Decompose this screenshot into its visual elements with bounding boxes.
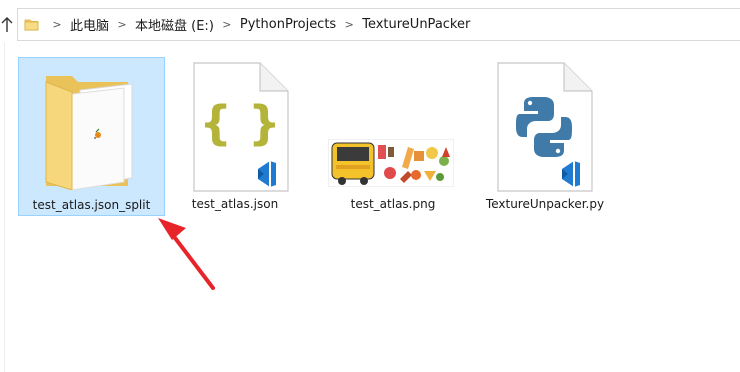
up-arrow-icon — [1, 17, 13, 32]
breadcrumb-texture-unpacker[interactable]: TextureUnPacker — [360, 17, 472, 32]
file-item-folder[interactable]: test_atlas.json_split — [18, 57, 165, 216]
file-name-label: test_atlas.png — [350, 197, 436, 211]
file-item-python[interactable]: TextureUnpacker.py — [482, 57, 608, 216]
folder-icon — [45, 76, 133, 190]
chevron-right-icon[interactable]: > — [216, 18, 238, 31]
file-item-json[interactable]: { } test_atlas.json — [180, 57, 290, 216]
up-arrow-button[interactable] — [0, 13, 14, 37]
json-file-icon: { } — [193, 62, 289, 192]
chevron-right-icon[interactable]: > — [111, 18, 133, 31]
address-field[interactable]: > 此电脑 > 本地磁盘 (E:) > PythonProjects > Tex… — [17, 8, 740, 41]
svg-text:{ }: { } — [199, 96, 281, 150]
file-name-label: test_atlas.json_split — [32, 198, 151, 212]
chevron-right-icon[interactable]: > — [46, 18, 68, 31]
file-item-png[interactable]: test_atlas.png — [318, 57, 468, 216]
address-bar: > 此电脑 > 本地磁盘 (E:) > PythonProjects > Tex… — [0, 8, 740, 42]
breadcrumb-python-projects[interactable]: PythonProjects — [238, 17, 338, 32]
folder-icon — [24, 17, 39, 32]
red-arrow-annotation — [158, 218, 215, 290]
breadcrumb: > 此电脑 > 本地磁盘 (E:) > PythonProjects > Tex… — [46, 9, 472, 40]
png-thumbnail-image — [328, 139, 454, 187]
file-explorer-window: > 此电脑 > 本地磁盘 (E:) > PythonProjects > Tex… — [0, 0, 740, 372]
file-name-label: TextureUnpacker.py — [485, 197, 605, 211]
breadcrumb-this-pc[interactable]: 此电脑 — [68, 15, 111, 34]
navigation-pane-edge — [0, 42, 5, 372]
python-file-icon — [497, 62, 593, 192]
breadcrumb-local-disk[interactable]: 本地磁盘 (E:) — [133, 15, 216, 34]
chevron-right-icon[interactable]: > — [338, 18, 360, 31]
